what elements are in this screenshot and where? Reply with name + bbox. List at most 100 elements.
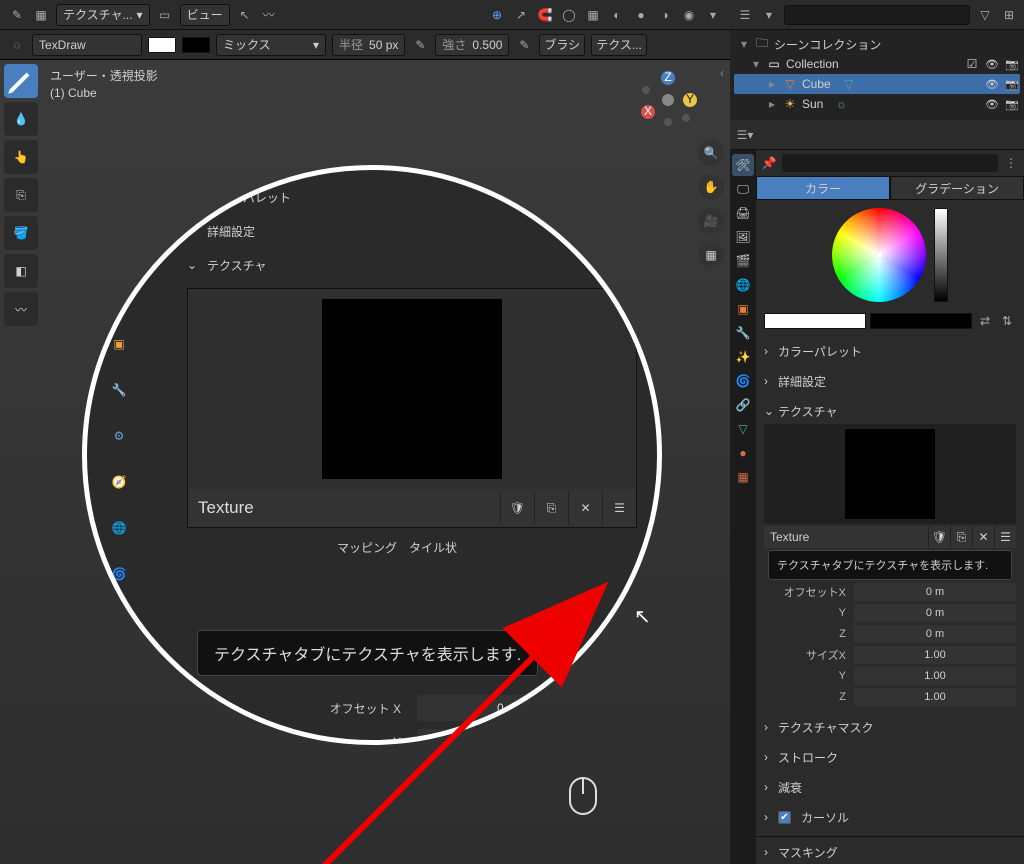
sun-render-icon[interactable]	[1004, 96, 1020, 112]
secondary-color-swatch[interactable]	[182, 37, 210, 53]
outliner-item-cube[interactable]: ▸▽Cube ▽	[734, 74, 1020, 94]
cube-render-icon[interactable]	[1004, 76, 1020, 92]
section-cursor[interactable]: ›✔カーソル	[764, 806, 1016, 828]
outliner-item-sun[interactable]: ▸☀Sun ☼	[734, 94, 1020, 114]
color-options-icon[interactable]: ⇅	[998, 312, 1016, 330]
modifier-tab-icon[interactable]: ▽	[105, 606, 133, 634]
collection-hide-icon[interactable]	[984, 56, 1000, 72]
light-data-icon[interactable]: ☼	[833, 96, 849, 112]
falloff-icon[interactable]: 〰	[260, 6, 278, 24]
active-tool-tab-icon[interactable]: ▣	[105, 330, 133, 358]
filter-icon[interactable]: ▽	[976, 6, 994, 24]
collapse-gizmo-icon[interactable]: ‹	[720, 66, 724, 80]
outliner-collection[interactable]: ▾▭Collection ☑	[734, 54, 1020, 74]
mag-value-y[interactable]: 0 m	[417, 729, 597, 745]
mag-section-palette[interactable]: ›カラーパレット	[157, 180, 637, 214]
shading-wire-icon[interactable]: ◐	[608, 6, 626, 24]
section-palette[interactable]: ›カラーパレット	[764, 340, 1016, 362]
color-picker[interactable]	[756, 200, 1024, 310]
show-texture-tab-icon[interactable]: ☰	[602, 491, 636, 525]
select-icon[interactable]: ↖	[236, 6, 254, 24]
sun-hide-icon[interactable]	[984, 96, 1000, 112]
outliner-search[interactable]	[784, 5, 970, 25]
section-advanced[interactable]: ›詳細設定	[764, 370, 1016, 392]
value-offset-z[interactable]: 0 m	[854, 625, 1016, 643]
scene-tab-icon[interactable]: ⚙	[105, 422, 133, 450]
texture-duplicate-icon[interactable]: ⎘	[950, 526, 972, 548]
soften-tool[interactable]: 💧	[4, 102, 38, 136]
options-icon[interactable]: ⋮	[1002, 154, 1020, 172]
section-texmask[interactable]: ›テクスチャマスク	[764, 716, 1016, 738]
outliner-editor-icon[interactable]: ☰	[736, 6, 754, 24]
mag-tab-tiling[interactable]: タイル状	[409, 539, 457, 556]
section-texture[interactable]: ⌄テクスチャ	[764, 400, 1016, 422]
clone-tool[interactable]: ⎘	[4, 178, 38, 212]
color-swatch-secondary[interactable]	[870, 313, 972, 329]
mag-texture-name-field[interactable]: Texture	[188, 498, 500, 518]
proportional-icon[interactable]: ◯	[560, 6, 578, 24]
nav-gizmo[interactable]: Y Z X	[638, 70, 698, 130]
zoom-icon[interactable]: 🔍	[698, 140, 724, 166]
draw-tool[interactable]	[4, 64, 38, 98]
outliner-scene-collection[interactable]: ▾🗀シーンコレクション	[734, 34, 1020, 54]
blend-mode-dropdown[interactable]: ミックス▾	[216, 34, 326, 56]
unlink-texture-icon[interactable]: ✕	[568, 491, 602, 525]
annotate-tool[interactable]: 〰	[4, 292, 38, 326]
texture-popover[interactable]: テクス...	[591, 34, 647, 56]
collection-exclude-icon[interactable]: ☑	[964, 56, 980, 72]
new-collection-icon[interactable]: ⊞	[1000, 6, 1018, 24]
brush-name-field[interactable]: TexDraw	[32, 34, 142, 56]
tab-object-icon[interactable]: ▣	[732, 298, 754, 320]
mag-tab-mapping[interactable]: マッピング	[337, 539, 397, 556]
texture-fakeuser-icon[interactable]: 🛡	[928, 526, 950, 548]
value-size-x[interactable]: 1.00	[854, 646, 1016, 664]
value-size-z[interactable]: 1.00	[854, 688, 1016, 706]
fill-tool[interactable]: 🪣	[4, 216, 38, 250]
smear-tool[interactable]: 👆	[4, 140, 38, 174]
cursor-checkbox[interactable]: ✔	[778, 811, 791, 824]
mode-icon[interactable]: ▦	[32, 6, 50, 24]
properties-search[interactable]	[782, 154, 998, 172]
tab-physics-icon[interactable]: 🌀	[732, 370, 754, 392]
tab-particles-icon[interactable]: ✨	[732, 346, 754, 368]
mesh-data-icon[interactable]: ▽	[841, 76, 857, 92]
radius-field[interactable]: 半径50 px	[332, 34, 405, 56]
mag-texture-preview[interactable]	[188, 289, 636, 489]
tab-output-icon[interactable]: 🖨	[732, 202, 754, 224]
shading-matprev-icon[interactable]: ◑	[656, 6, 674, 24]
tab-render-icon[interactable]: 🖵	[732, 178, 754, 200]
mag-value-offset-x[interactable]: 0 m	[417, 695, 597, 721]
section-masking[interactable]: ›マスキング	[764, 841, 1016, 863]
shading-render-icon[interactable]: ◉	[680, 6, 698, 24]
brush-preset-icon[interactable]: ◌	[8, 36, 26, 54]
value-offset-y[interactable]: 0 m	[854, 604, 1016, 622]
mag-section-advanced[interactable]: ›詳細設定	[157, 214, 637, 248]
editor-type-icon[interactable]: ✎	[8, 6, 26, 24]
slot-new-icon[interactable]: ▭	[156, 6, 174, 24]
orientation-icon[interactable]: ⊕	[488, 6, 506, 24]
overlays-icon[interactable]: ▦	[584, 6, 602, 24]
texture-name-field[interactable]: Texture	[764, 530, 928, 544]
tab-scene-icon[interactable]: 🎬	[732, 250, 754, 272]
swap-colors-icon[interactable]: ⇄	[976, 312, 994, 330]
view-menu[interactable]: ビュー	[180, 4, 230, 26]
tab-gradient[interactable]: グラデーション	[890, 176, 1024, 200]
pivot-icon[interactable]: ↗	[512, 6, 530, 24]
tab-modifier-icon[interactable]: 🔧	[732, 322, 754, 344]
value-slider[interactable]	[934, 208, 948, 302]
texture-show-tab-icon[interactable]: ☰	[994, 526, 1016, 548]
value-size-y[interactable]: 1.00	[854, 667, 1016, 685]
texture-slot-dropdown[interactable]: テクスチャ...▾	[56, 4, 150, 26]
duplicate-texture-icon[interactable]: ⎘	[534, 491, 568, 525]
display-mode-icon[interactable]: ▾	[760, 6, 778, 24]
brush-popover[interactable]: ブラシ	[539, 34, 585, 56]
primary-color-swatch[interactable]	[148, 37, 176, 53]
tab-active-tool-icon[interactable]: 🛠	[732, 154, 754, 176]
fake-user-icon[interactable]: 🛡	[500, 491, 534, 525]
tab-texture-icon[interactable]: ▦	[732, 466, 754, 488]
properties-editor-icon[interactable]: ☰▾	[736, 126, 754, 144]
perspective-toggle-icon[interactable]: ▦	[698, 242, 724, 268]
pin-icon[interactable]: 📌	[760, 154, 778, 172]
mask-tool[interactable]: ◧	[4, 254, 38, 288]
world-tab-icon[interactable]: 🧭	[105, 468, 133, 496]
